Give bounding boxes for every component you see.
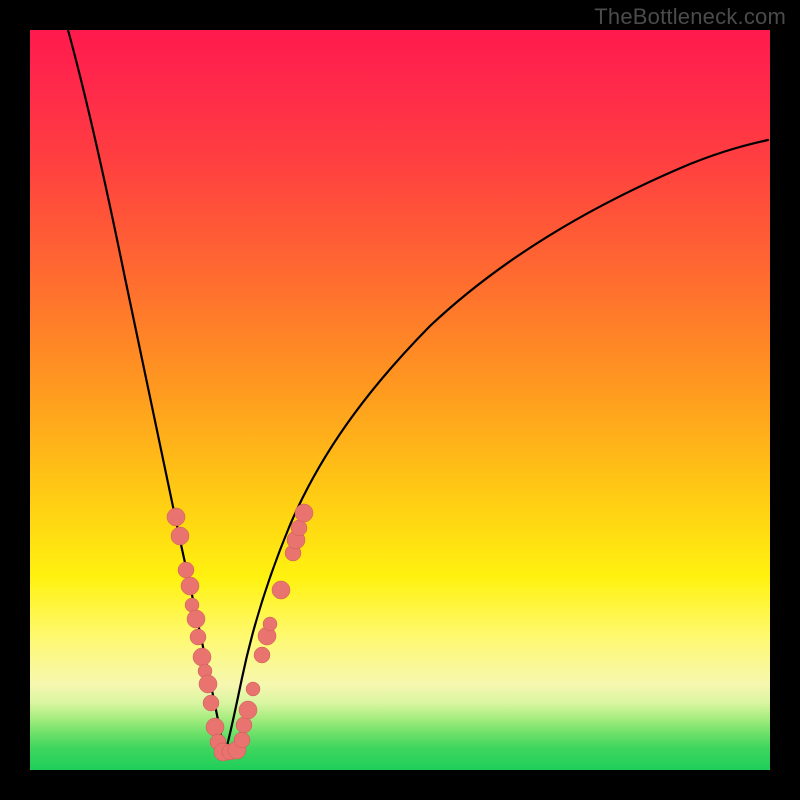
- chart-frame: TheBottleneck.com: [0, 0, 800, 800]
- scatter-dot: [190, 629, 206, 645]
- watermark-text: TheBottleneck.com: [594, 4, 786, 30]
- scatter-dot: [193, 648, 211, 666]
- scatter-dot: [199, 675, 217, 693]
- scatter-dot: [206, 718, 224, 736]
- scatter-dot: [171, 527, 189, 545]
- scatter-dot: [254, 647, 270, 663]
- bottleneck-curve: [68, 30, 768, 752]
- plot-area: [30, 30, 770, 770]
- curve-layer: [30, 30, 770, 770]
- scatter-dot: [236, 717, 252, 733]
- scatter-dot: [234, 732, 250, 748]
- scatter-dot: [187, 610, 205, 628]
- scatter-dot: [291, 520, 307, 536]
- scatter-dot: [246, 682, 260, 696]
- scatter-dot: [263, 617, 277, 631]
- scatter-dots: [167, 504, 313, 761]
- scatter-dot: [178, 562, 194, 578]
- scatter-dot: [203, 695, 219, 711]
- scatter-dot: [272, 581, 290, 599]
- scatter-dot: [239, 701, 257, 719]
- scatter-dot: [295, 504, 313, 522]
- scatter-dot: [167, 508, 185, 526]
- scatter-dot: [181, 577, 199, 595]
